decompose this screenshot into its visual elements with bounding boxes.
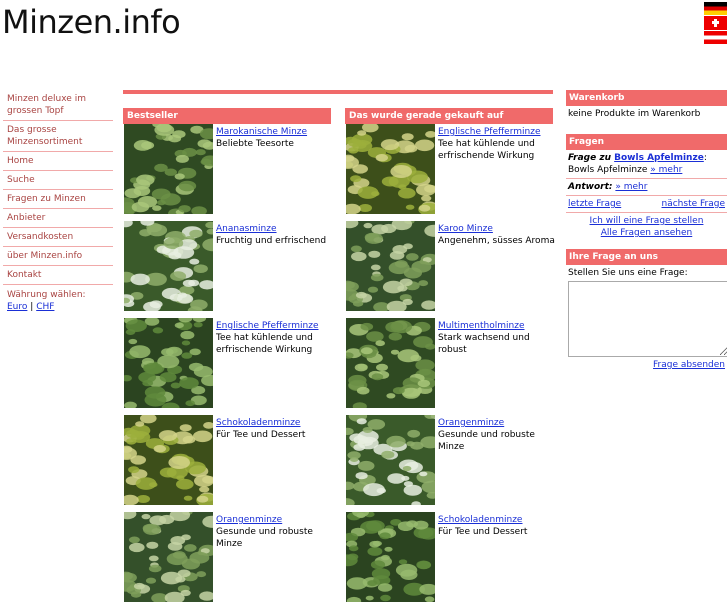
plant-photo[interactable] <box>124 221 213 311</box>
product-meta: Karoo Minze Angenehm, süsses Aroma <box>438 223 556 247</box>
sidebar-item-questions[interactable]: Fragen zu Minzen <box>3 190 113 209</box>
all-questions-link[interactable]: Alle Fragen ansehen <box>601 228 693 238</box>
question-label: Frage zu <box>568 153 611 163</box>
question-pager: letzte Frage nächste Frage <box>566 196 727 213</box>
question-more-link[interactable]: » mehr <box>650 165 682 175</box>
currency-label: Währung wählen: <box>7 290 86 300</box>
product-meta: Ananasminze Fruchtig und erfrischend <box>216 223 334 247</box>
currency-selector: Währung wählen: Euro | CHF <box>3 285 113 317</box>
product-item: Karoo Minze Angenehm, süsses Aroma <box>345 221 556 318</box>
site-logo[interactable]: Minzen.info <box>2 4 181 40</box>
product-link[interactable]: Englische Pfefferminze <box>216 321 319 331</box>
product-description: Beliebte Teesorte <box>216 139 294 149</box>
answer-entry: Antwort: » mehr <box>566 179 727 196</box>
content-top-bar <box>123 90 553 94</box>
product-item: Orangenminze Gesunde und robuste Minze <box>123 512 331 609</box>
answer-label: Antwort: <box>568 182 613 192</box>
product-meta: Schokoladenminze Für Tee und Dessert <box>438 514 556 538</box>
product-item: Schokoladenminze Für Tee und Dessert <box>345 512 553 609</box>
sidebar-item-home[interactable]: Home <box>3 152 113 171</box>
product-description: Tee hat kühlende und erfrischende Wirkun… <box>438 139 535 161</box>
recent-heading: Das wurde gerade gekauft auf Minzen.info <box>345 108 553 137</box>
product-description: Angenehm, süsses Aroma <box>438 236 555 246</box>
product-link[interactable]: Englische Pfefferminze <box>438 127 541 137</box>
sidebar-item-contact[interactable]: Kontakt <box>3 266 113 285</box>
product-item: Ananasminze Fruchtig und erfrischend <box>123 221 331 318</box>
product-link[interactable]: Orangenminze <box>216 515 282 525</box>
product-link[interactable]: Karoo Minze <box>438 224 493 234</box>
product-link[interactable]: Schokoladenminze <box>216 418 300 428</box>
flag-austria-icon[interactable] <box>704 31 727 44</box>
product-meta: Marokanische Minze Beliebte Teesorte <box>216 126 334 150</box>
answer-more-link[interactable]: » mehr <box>615 182 647 192</box>
sidebar-item-vendors[interactable]: Anbieter <box>3 209 113 228</box>
product-meta: Multimenthol­minze Stark wachsend und rob… <box>438 320 556 356</box>
ask-form-heading: Ihre Frage an uns <box>566 249 727 265</box>
language-flags <box>704 2 727 45</box>
product-meta: Englische Pfefferminze Tee hat kühlende u… <box>216 320 334 356</box>
product-item: Schokoladenminze Für Tee und Dessert <box>123 415 331 512</box>
flag-switzerland-icon[interactable] <box>704 16 727 30</box>
currency-chf-link[interactable]: CHF <box>36 302 54 312</box>
plant-photo[interactable] <box>124 512 213 602</box>
sidebar-item-search[interactable]: Suche <box>3 171 113 190</box>
next-question-link[interactable]: nächste Frage <box>662 198 725 210</box>
recent-column: Das wurde gerade gekauft auf Minzen.info… <box>345 108 556 609</box>
product-meta: Orangenminze Gesunde und robuste Minze <box>438 417 556 453</box>
cart-heading: Warenkorb <box>566 90 727 106</box>
bestseller-heading: Bestseller <box>123 108 331 124</box>
submit-question-link[interactable]: Frage absenden <box>653 360 725 370</box>
sidebar-item-about[interactable]: über Minzen.info <box>3 247 113 266</box>
sidebar: Minzen deluxe im grossen Topf Das grosse… <box>3 90 113 317</box>
sidebar-promo-sortiment[interactable]: Das grosse Minzensortiment <box>3 121 113 152</box>
plant-photo[interactable] <box>346 415 435 505</box>
plant-photo[interactable] <box>346 124 435 214</box>
product-item: Marokanische Minze Beliebte Teesorte <box>123 124 331 221</box>
question-textarea[interactable] <box>568 281 727 357</box>
plant-photo[interactable] <box>346 221 435 311</box>
product-item: Orangenminze Gesunde und robuste Minze <box>345 415 553 512</box>
questions-heading: Fragen <box>566 134 727 150</box>
product-link[interactable]: Orangenminze <box>438 418 504 428</box>
sidebar-item-shipping[interactable]: Versandkosten <box>3 228 113 247</box>
sidebar-promo-deluxe[interactable]: Minzen deluxe im grossen Topf <box>3 90 113 121</box>
product-description: Für Tee und Dessert <box>438 527 528 537</box>
plant-photo[interactable] <box>124 124 213 214</box>
plant-photo[interactable] <box>346 512 435 602</box>
currency-separator: | <box>30 302 34 312</box>
product-item: Englische Pfefferminze Tee hat kühlende u… <box>123 318 331 415</box>
currency-euro-link[interactable]: Euro <box>7 302 27 312</box>
product-link[interactable]: Ananasminze <box>216 224 277 234</box>
product-description: Tee hat kühlende und erfrischende Wirkun… <box>216 333 313 355</box>
plant-photo[interactable] <box>124 415 213 505</box>
plant-photo[interactable] <box>124 318 213 408</box>
product-link[interactable]: Multimenthol­minze <box>438 321 524 331</box>
ask-form-footer: Frage absenden <box>566 357 727 373</box>
product-description: Stark wachsend und robust <box>438 333 530 355</box>
plant-photo[interactable] <box>346 318 435 408</box>
flag-germany-icon[interactable] <box>704 2 727 15</box>
question-actions: Ich will eine Frage stellen Alle Fragen … <box>566 213 727 241</box>
right-sidebar: Warenkorb keine Produkte im Warenkorb Fr… <box>566 90 727 373</box>
product-description: Fruchtig und erfrischend <box>216 236 327 246</box>
ask-form-prompt: Stellen Sie uns eine Frage: <box>568 268 688 278</box>
product-item: Englische Pfefferminze Tee hat kühlende u… <box>345 124 553 221</box>
product-link[interactable]: Schokoladenminze <box>438 515 522 525</box>
product-description: Für Tee und Dessert <box>216 430 306 440</box>
prev-question-link[interactable]: letzte Frage <box>568 198 621 210</box>
product-description: Gesunde und robuste Minze <box>438 430 535 452</box>
question-product-link[interactable]: Bowls Apfelminze <box>614 153 704 163</box>
cart-status: keine Produkte im Warenkorb <box>568 109 701 119</box>
bestseller-column: Bestseller Marokanische Minze Beliebte Te… <box>123 108 331 609</box>
product-description: Gesunde und robuste Minze <box>216 527 313 549</box>
ask-question-link[interactable]: Ich will eine Frage stellen <box>590 216 704 226</box>
product-meta: Schokoladenminze Für Tee und Dessert <box>216 417 334 441</box>
product-meta: Englische Pfefferminze Tee hat kühlende u… <box>438 126 556 162</box>
question-entry: Frage zu Bowls Apfelminze: Bowls Apfelmi… <box>566 150 727 179</box>
product-link[interactable]: Marokanische Minze <box>216 127 307 137</box>
product-item: Multimenthol­minze Stark wachsend und rob… <box>345 318 553 415</box>
